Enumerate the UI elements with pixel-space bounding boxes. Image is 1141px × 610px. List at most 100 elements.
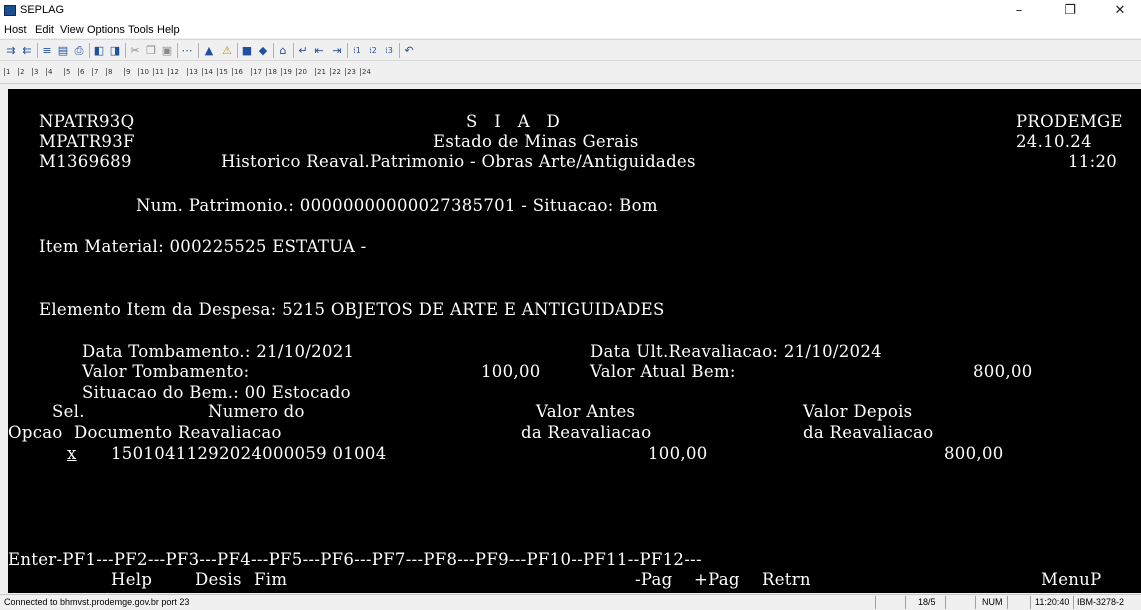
user-id: M1369689 (39, 152, 132, 171)
warning-icon[interactable]: ⚠ (220, 44, 234, 57)
pf14-button[interactable]: 14 (202, 68, 213, 76)
col-numero-2: Documento Reavaliacao (74, 423, 282, 442)
screen-icon[interactable]: ■ (240, 44, 254, 57)
col-antes-2: da Reavaliacao (521, 423, 652, 442)
cut-icon[interactable]: ✂ (128, 44, 142, 57)
pf1-button[interactable]: 1 (4, 68, 10, 76)
pf4-button[interactable]: 4 (46, 68, 52, 76)
menu-edit[interactable]: Edit (35, 24, 54, 36)
pf7-button[interactable]: 7 (92, 68, 98, 76)
screen-time: 11:20 (1068, 152, 1118, 171)
terminal-screen[interactable]: NPATR93Q MPATR93F M1369689 S I A D Estad… (8, 89, 1141, 593)
valor-tombamento-label: Valor Tombamento: (82, 362, 250, 381)
copy-screen-icon[interactable]: ▤ (56, 44, 70, 57)
undo-icon[interactable]: ↶ (402, 44, 416, 57)
transfer-icon[interactable]: ≡ (40, 44, 54, 57)
pf12-button[interactable]: 12 (168, 68, 179, 76)
pf11-button[interactable]: 11 (153, 68, 164, 76)
menu-host[interactable]: Host (4, 24, 27, 36)
col-depois-2: da Reavaliacao (803, 423, 934, 442)
item-material: Item Material: 000225525 ESTATUA - (39, 237, 367, 256)
minimize-button[interactable]: – (1004, 2, 1034, 20)
send-icon[interactable]: ⇉ (4, 44, 18, 57)
pf1-help-label: Help (111, 570, 153, 589)
row-valor-depois: 800,00 (944, 444, 1004, 463)
pf8-pag-plus-label: +Pag (694, 570, 740, 589)
pf19-button[interactable]: 19 (281, 68, 292, 76)
menu-bar: Host Edit View Options Tools Help (0, 22, 1141, 38)
num-patrimonio: Num. Patrimonio.: 00000000000027385701 -… (136, 196, 658, 215)
close-button[interactable]: ✕ (1105, 2, 1135, 20)
pf22-button[interactable]: 22 (330, 68, 341, 76)
row-documento: 15010411292024000059 01004 (111, 444, 387, 463)
macro-icon[interactable]: ▲ (202, 44, 216, 57)
terminal-type: IBM-3278-2 (1077, 597, 1125, 607)
status-clock: 11:20:40 (1035, 597, 1070, 607)
pa2-icon[interactable]: ⁞2 (366, 44, 380, 57)
menu-help[interactable]: Help (157, 24, 180, 36)
situacao-bem: Situacao do Bem.: 00 Estocado (82, 383, 351, 402)
pf24-button[interactable]: 24 (360, 68, 371, 76)
menu-view[interactable]: View (60, 24, 84, 36)
pf13-button[interactable]: 13 (187, 68, 198, 76)
pf2-button[interactable]: 2 (18, 68, 24, 76)
home-icon[interactable]: ⌂ (276, 44, 290, 57)
program-id-1: NPATR93Q (39, 112, 135, 131)
maximize-button[interactable]: ❐ (1055, 2, 1085, 20)
pf3-button[interactable]: 3 (32, 68, 38, 76)
pa3-icon[interactable]: ⁞3 (382, 44, 396, 57)
screen-date: 24.10.24 (1016, 132, 1092, 151)
pf6-button[interactable]: 6 (78, 68, 84, 76)
menu-options[interactable]: Options (87, 24, 125, 36)
state-name: Estado de Minas Gerais (433, 132, 639, 151)
backtab-icon[interactable]: ⇤ (312, 44, 326, 57)
receive-icon[interactable]: ⇇ (20, 44, 34, 57)
pf9-retrn-label: Retrn (762, 570, 811, 589)
pf20-button[interactable]: 20 (296, 68, 307, 76)
tab-icon[interactable]: ⇥ (330, 44, 344, 57)
pf16-button[interactable]: 16 (232, 68, 243, 76)
status-bar: Connected to bhmvst.prodemge.gov.br port… (0, 594, 1141, 610)
session2-icon[interactable]: ◨ (108, 44, 122, 57)
pf21-button[interactable]: 21 (315, 68, 326, 76)
num-lock-indicator: NUM (982, 597, 1003, 607)
window-title: SEPLAG (20, 4, 65, 16)
elemento-despesa: Elemento Item da Despesa: 5215 OBJETOS D… (39, 300, 665, 319)
pf15-button[interactable]: 15 (217, 68, 228, 76)
app-icon (4, 5, 16, 16)
row-valor-antes: 100,00 (648, 444, 708, 463)
pf5-button[interactable]: 5 (64, 68, 70, 76)
pf10-button[interactable]: 10 (138, 68, 149, 76)
pf3-fim-label: Fim (254, 570, 288, 589)
data-ult-reavaliacao: Data Ult.Reavaliacao: 21/10/2024 (590, 342, 882, 361)
menu-tools[interactable]: Tools (128, 24, 154, 36)
pf9-button[interactable]: 9 (124, 68, 130, 76)
pf18-button[interactable]: 18 (266, 68, 277, 76)
pa1-icon[interactable]: ⁞1 (350, 44, 364, 57)
keyboard-icon[interactable]: ⋯ (180, 44, 194, 57)
row-select-field[interactable]: x (67, 444, 77, 464)
pf17-button[interactable]: 17 (251, 68, 262, 76)
print-icon[interactable]: ⎙ (72, 44, 86, 57)
page-title: Historico Reaval.Patrimonio - Obras Arte… (221, 152, 696, 171)
session-icon[interactable]: ◧ (92, 44, 106, 57)
cursor-position: 18/5 (918, 597, 936, 607)
org-name: PRODEMGE (1016, 112, 1123, 131)
tag-icon[interactable]: ◆ (256, 44, 270, 57)
pf-key-bar: 1 2 3 4 5 6 7 8 9 10 11 12 13 14 15 16 1… (0, 62, 1141, 84)
valor-atual-label: Valor Atual Bem: (590, 362, 736, 381)
pf12-menup-label: MenuP (1041, 570, 1102, 589)
col-depois-1: Valor Depois (803, 402, 913, 421)
col-numero-1: Numero do (208, 402, 305, 421)
data-tombamento: Data Tombamento.: 21/10/2021 (82, 342, 355, 361)
pf8-button[interactable]: 8 (106, 68, 112, 76)
valor-atual: 800,00 (973, 362, 1033, 381)
enter-icon[interactable]: ↵ (296, 44, 310, 57)
toolbar: ⇉ ⇇ ≡ ▤ ⎙ ◧ ◨ ✂ ❐ ▣ ⋯ ▲ ⚠ ■ ◆ ⌂ ↵ ⇤ ⇥ ⁞1… (0, 39, 1141, 61)
system-name: S I A D (466, 112, 561, 131)
pf23-button[interactable]: 23 (345, 68, 356, 76)
col-antes-1: Valor Antes (536, 402, 636, 421)
paste-icon[interactable]: ▣ (160, 44, 174, 57)
pf-key-line: Enter-PF1---PF2---PF3---PF4---PF5---PF6-… (8, 550, 702, 569)
copy-icon[interactable]: ❐ (144, 44, 158, 57)
